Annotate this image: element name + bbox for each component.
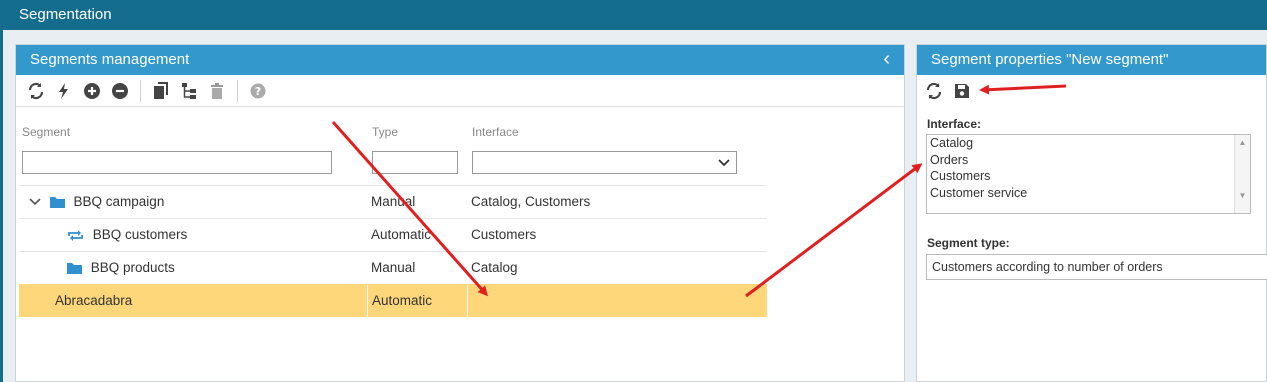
refresh-segment-icon [68,229,83,241]
lightning-icon[interactable] [50,77,78,105]
toolbar-divider [237,79,238,102]
interface-cell: Customers [471,227,537,242]
help-icon[interactable]: ? [244,77,272,105]
interface-cell [467,285,767,317]
tree-row-bbq-campaign[interactable]: BBQ campaign Manual Catalog, Customers [19,185,767,218]
type-cell: Automatic [371,227,432,242]
panel-title: Segments management [30,51,190,68]
segment-cell: BBQ campaign [19,186,367,218]
refresh-icon[interactable] [22,77,50,105]
interface-listbox[interactable]: Catalog Orders Customers Customer servic… [926,134,1251,214]
remove-circle-icon[interactable] [106,77,134,105]
tree-row-abracadabra[interactable]: Abracadabra Automatic [19,284,767,317]
properties-toolbar [917,75,1266,107]
scroll-down-icon[interactable]: ▼ [1235,191,1250,200]
trash-icon[interactable] [203,77,231,105]
segment-properties-panel: Segment properties "New segment" Interfa… [916,44,1267,382]
interface-cell: Catalog, Customers [471,194,591,209]
copy-icon[interactable] [147,77,175,105]
segments-tree: BBQ campaign Manual Catalog, Customers B… [19,185,767,317]
type-filter-input[interactable] [372,151,458,174]
type-cell: Manual [371,260,416,275]
toolbar-divider [140,79,141,102]
listbox-scrollbar[interactable]: ▲ ▼ [1234,135,1250,213]
interface-filter-select[interactable] [472,151,737,174]
segment-type-field[interactable]: Customers according to number of orders [926,254,1267,280]
folder-icon [49,197,65,209]
tree-row-bbq-customers[interactable]: BBQ customers Automatic Customers [19,218,767,251]
panel-header: Segments management ‹ [16,45,904,75]
segment-name: BBQ products [90,260,175,275]
interface-label: Interface: [927,117,982,131]
app-title: Segmentation [19,6,112,23]
interface-option[interactable]: Catalog [927,135,1250,152]
panel-header: Segment properties "New segment" [917,45,1266,75]
collapse-chevron-icon[interactable]: ‹ [883,49,890,69]
segment-name: Abracadabra [55,293,133,308]
column-header-type[interactable]: Type [372,125,398,139]
segment-filter-input[interactable] [22,151,332,174]
add-circle-icon[interactable] [78,77,106,105]
segments-management-panel: Segments management ‹ ? Segment Type Int… [15,44,905,382]
column-header-interface[interactable]: Interface [472,125,519,139]
svg-text:?: ? [255,85,261,98]
scroll-up-icon[interactable]: ▲ [1235,138,1250,147]
segment-cell: BBQ products [19,252,367,284]
chevron-down-icon[interactable] [29,197,41,207]
type-cell: Manual [371,194,416,209]
interface-option[interactable]: Orders [927,152,1250,169]
segments-toolbar: ? [16,75,904,107]
tree-icon[interactable] [175,77,203,105]
tree-row-bbq-products[interactable]: BBQ products Manual Catalog [19,251,767,284]
panel-title: Segment properties "New segment" [931,51,1169,68]
save-icon[interactable] [948,77,976,105]
interface-option[interactable]: Customer service [927,185,1250,202]
app-header: Segmentation [0,0,1267,30]
type-cell: Automatic [367,285,467,317]
segment-name: BBQ campaign [73,194,165,209]
refresh-icon[interactable] [920,77,948,105]
interface-cell: Catalog [471,260,518,275]
chevron-down-icon [718,158,730,166]
segment-cell: BBQ customers [19,219,367,251]
segment-type-label: Segment type: [927,236,1010,250]
column-header-segment[interactable]: Segment [22,125,70,139]
folder-icon [67,263,82,275]
interface-option[interactable]: Customers [927,168,1250,185]
segment-cell: Abracadabra [19,285,367,317]
segment-name: BBQ customers [92,227,188,242]
